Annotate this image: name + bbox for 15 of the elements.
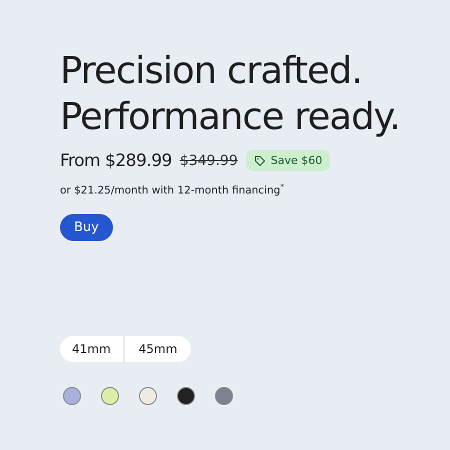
size-option[interactable]: 45mm xyxy=(124,336,192,362)
price-text: From $289.99 xyxy=(60,150,172,170)
headline-text: Precision crafted. xyxy=(60,48,363,94)
original-price: $349.99 xyxy=(180,152,238,168)
color-swatch[interactable] xyxy=(139,386,157,404)
financing-text: or $21.25/month with 12-month financing$^{*}$ xyxy=(60,183,285,196)
headline-text: Performance ready. xyxy=(60,94,401,140)
color-swatch[interactable] xyxy=(63,386,81,404)
color-swatch[interactable] xyxy=(177,386,195,404)
buy-button[interactable]: Buy xyxy=(60,214,113,240)
tag-icon xyxy=(254,154,266,166)
color-swatch[interactable] xyxy=(101,386,119,404)
color-swatch[interactable] xyxy=(215,386,233,404)
savings-badge: Save $60 xyxy=(246,150,330,171)
size-option[interactable]: 41mm xyxy=(60,336,123,362)
